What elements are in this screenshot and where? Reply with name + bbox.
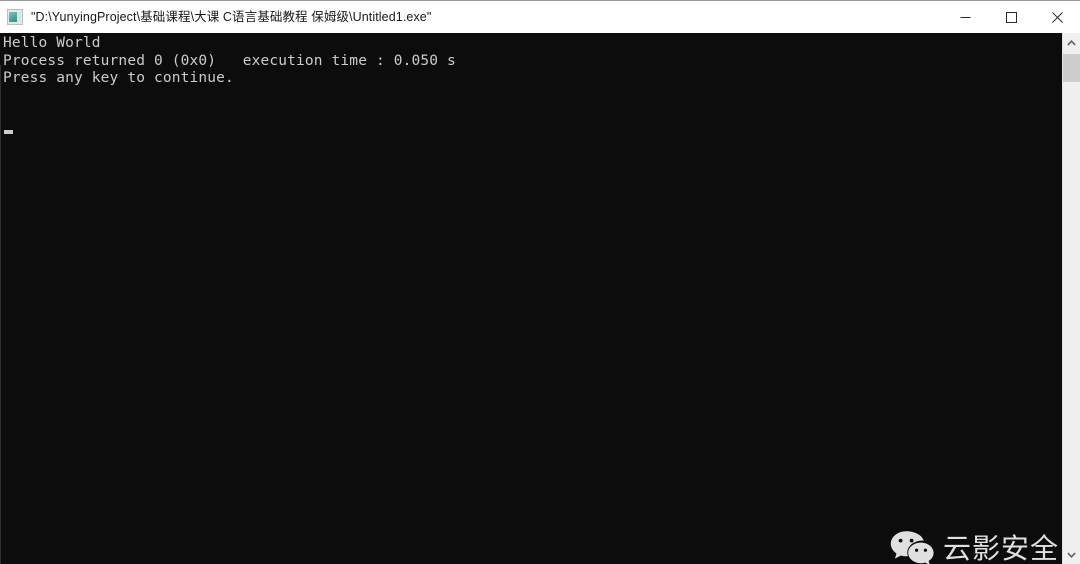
- chevron-down-icon: [1067, 552, 1076, 558]
- vertical-scrollbar[interactable]: [1062, 33, 1080, 564]
- console-app-icon: [7, 9, 23, 25]
- console-text: Hello World Process returned 0 (0x0) exe…: [3, 35, 456, 87]
- close-button[interactable]: [1034, 1, 1080, 33]
- scrollbar-thumb[interactable]: [1063, 54, 1080, 82]
- maximize-icon: [1005, 11, 1017, 23]
- console-left-edge: [0, 65, 1, 564]
- title-bar[interactable]: "D:\YunyingProject\基础课程\大课 C语言基础教程 保姆级\U…: [0, 1, 1080, 33]
- window-title: "D:\YunyingProject\基础课程\大课 C语言基础教程 保姆级\U…: [31, 10, 432, 24]
- minimize-button[interactable]: [942, 1, 988, 33]
- text-cursor: [4, 130, 13, 134]
- window-controls: [942, 1, 1080, 33]
- wechat-icon: [890, 531, 934, 564]
- minimize-icon: [960, 16, 970, 18]
- chevron-up-icon: [1067, 40, 1076, 46]
- console-window: "D:\YunyingProject\基础课程\大课 C语言基础教程 保姆级\U…: [0, 0, 1080, 564]
- console-output-area[interactable]: Hello World Process returned 0 (0x0) exe…: [0, 33, 1062, 564]
- watermark-text: 云影安全: [943, 532, 1060, 564]
- watermark: 云影安全: [889, 529, 1059, 564]
- scroll-down-button[interactable]: [1063, 545, 1080, 564]
- maximize-button[interactable]: [988, 1, 1034, 33]
- close-icon: [1051, 11, 1063, 23]
- scroll-up-button[interactable]: [1063, 33, 1080, 53]
